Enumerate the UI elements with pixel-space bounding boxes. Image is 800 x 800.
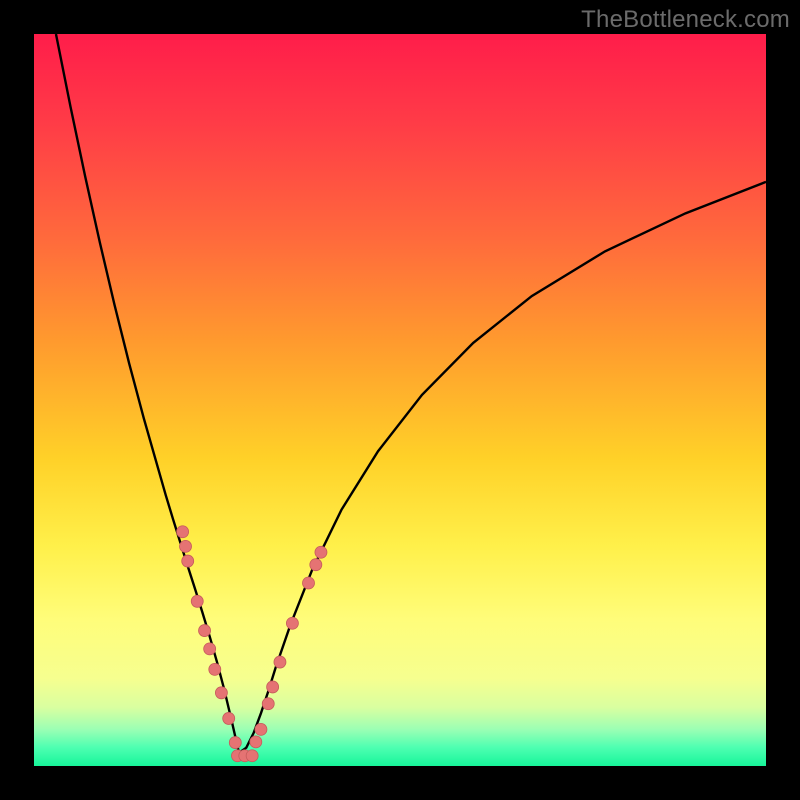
dot-right-5	[286, 617, 298, 629]
dot-right-2	[262, 698, 274, 710]
watermark-text: TheBottleneck.com	[581, 6, 790, 34]
dot-right-1	[255, 723, 267, 735]
dot-right-6	[303, 577, 315, 589]
dot-right-3	[267, 681, 279, 693]
plot-area	[34, 34, 766, 766]
dot-left-0	[177, 526, 189, 538]
dot-left-3	[191, 595, 203, 607]
curve-right	[239, 182, 766, 753]
dot-right-0	[250, 736, 262, 748]
dot-left-9	[229, 737, 241, 749]
dot-right-8	[315, 546, 327, 558]
dot-left-8	[223, 712, 235, 724]
outer-frame: TheBottleneck.com	[0, 0, 800, 800]
dot-left-7	[215, 687, 227, 699]
dot-left-4	[199, 625, 211, 637]
dot-left-5	[204, 643, 216, 655]
dot-group	[177, 526, 327, 762]
chart-svg	[34, 34, 766, 766]
dot-right-7	[310, 559, 322, 571]
dot-left-1	[180, 540, 192, 552]
dot-right-4	[274, 656, 286, 668]
dot-left-2	[182, 555, 194, 567]
dot-left-6	[209, 663, 221, 675]
dot-bottom-2	[246, 750, 258, 762]
